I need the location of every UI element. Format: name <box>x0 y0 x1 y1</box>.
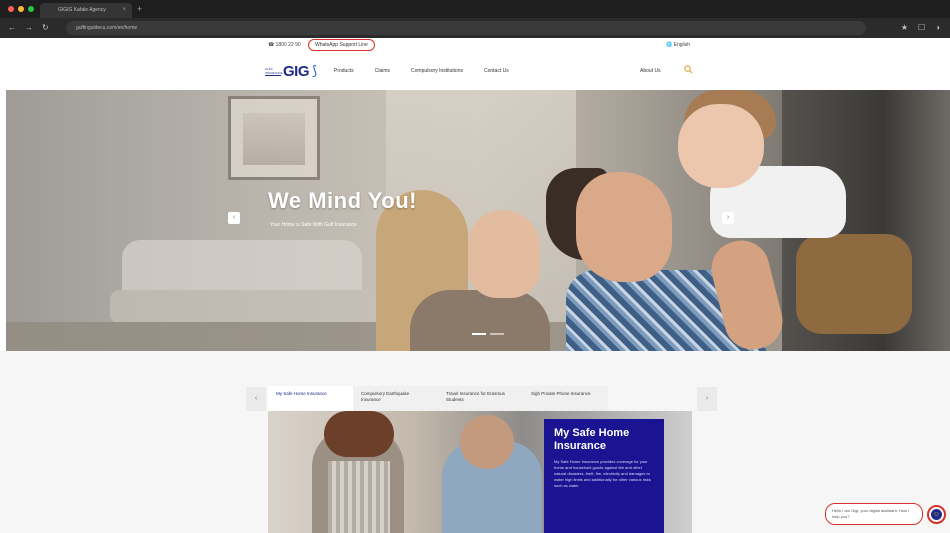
hero-title: We Mind You! <box>268 188 417 213</box>
chat-greeting-bubble[interactable]: Hello I am Gigi, your digital assistant.… <box>825 503 923 525</box>
window-controls <box>8 6 34 12</box>
sidebar-icon[interactable]: ☐ <box>918 21 925 35</box>
nav-item-compulsory-institutions[interactable]: Compulsory Institutions <box>411 66 463 76</box>
nav-item-claims[interactable]: Claims <box>375 66 390 76</box>
tab-compulsory-earthquake[interactable]: Compulsory Earthquake Insurance <box>353 386 438 411</box>
gig-logo[interactable]: GULF INSURANCE GIG ⟆ <box>265 59 317 83</box>
bookmark-star-icon[interactable]: ★ <box>901 21 908 35</box>
tab-travel-erasmus[interactable]: Travel Insurance for Erasmus Students <box>438 386 523 411</box>
promo-card-description: My Safe Home Insurance provides coverage… <box>554 459 651 488</box>
nav-item-products[interactable]: Products <box>334 66 354 76</box>
promo-man-head <box>460 415 514 469</box>
product-promo: My Safe Home Insurance My Safe Home Insu… <box>268 411 692 533</box>
logo-tagline: GULF INSURANCE <box>265 66 283 76</box>
browser-toolbar: ← → ↻ gulfinguidecu.com/en/home ★ ☐ ◑ <box>0 18 950 38</box>
logo-wordmark: GIG <box>283 62 310 80</box>
browser-window: GIGIG Kafale Agency × + ← → ↻ gulfinguid… <box>0 0 950 533</box>
tabs-next-arrow[interactable]: › <box>697 387 717 411</box>
tab-my-safe-home[interactable]: My Safe Home Insurance <box>268 386 353 411</box>
hero-subtitle: Your Home is Safe With Gulf Insurance <box>270 222 357 228</box>
tab-private-phone[interactable]: Sigh Private Phone Insurance <box>523 386 608 411</box>
promo-card-title: My Safe Home Insurance <box>554 427 630 452</box>
browser-extension-icons: ★ ☐ ◑ <box>901 21 940 35</box>
hero-slider: We Mind You! Your Home is Safe With Gulf… <box>6 90 950 351</box>
tab-title: GIGIG Kafale Agency <box>58 7 106 13</box>
browser-nav-buttons: ← → ↻ <box>8 21 49 35</box>
promo-card[interactable]: My Safe Home Insurance My Safe Home Insu… <box>544 419 664 533</box>
main-navigation: GULF INSURANCE GIG ⟆ Products Claims Com… <box>0 52 950 90</box>
new-tab-button[interactable]: + <box>137 3 142 15</box>
chat-assistant-icon: ☺ <box>931 509 942 520</box>
products-section: ‹ My Safe Home Insurance Compulsory Eart… <box>0 351 950 533</box>
promo-woman-hair <box>324 411 394 457</box>
address-bar[interactable]: gulfinguidecu.com/en/home <box>66 21 866 35</box>
profile-icon[interactable]: ◑ <box>935 21 940 35</box>
logo-mark-icon: ⟆ <box>312 63 318 78</box>
hero-next-arrow[interactable]: › <box>722 212 734 224</box>
close-tab-icon[interactable]: × <box>122 3 126 18</box>
minimize-window-button[interactable] <box>18 6 24 12</box>
browser-tab-bar: GIGIG Kafale Agency × + <box>0 0 950 18</box>
utility-bar: ☎ 1800 22 90 WhatsApp Support Line 🌐 Eng… <box>0 38 950 52</box>
forward-icon[interactable]: → <box>25 21 33 35</box>
hero-dot-1[interactable] <box>472 333 486 335</box>
tabs-prev-arrow[interactable]: ‹ <box>246 387 266 411</box>
search-icon[interactable] <box>684 65 693 74</box>
nav-item-about-us[interactable]: About Us <box>640 66 661 76</box>
hero-pagination <box>472 333 504 335</box>
product-tabs: My Safe Home Insurance Compulsory Earthq… <box>268 386 608 411</box>
nav-links: Products Claims Compulsory Institutions … <box>334 66 509 76</box>
nav-item-contact-us[interactable]: Contact Us <box>484 66 509 76</box>
browser-tab-active[interactable]: GIGIG Kafale Agency × <box>40 3 132 18</box>
hero-overlay <box>6 90 950 351</box>
hero-dot-2[interactable] <box>490 333 504 335</box>
close-window-button[interactable] <box>8 6 14 12</box>
promo-apron <box>328 461 390 533</box>
language-selector[interactable]: 🌐 English <box>666 40 690 50</box>
back-icon[interactable]: ← <box>8 21 16 35</box>
reload-icon[interactable]: ↻ <box>42 21 49 35</box>
hero-prev-arrow[interactable]: ‹ <box>228 212 240 224</box>
whatsapp-support-link[interactable]: WhatsApp Support Line <box>308 39 375 51</box>
maximize-window-button[interactable] <box>28 6 34 12</box>
phone-link[interactable]: ☎ 1800 22 90 <box>268 40 301 50</box>
chat-launcher-button[interactable]: ☺ <box>927 505 946 524</box>
